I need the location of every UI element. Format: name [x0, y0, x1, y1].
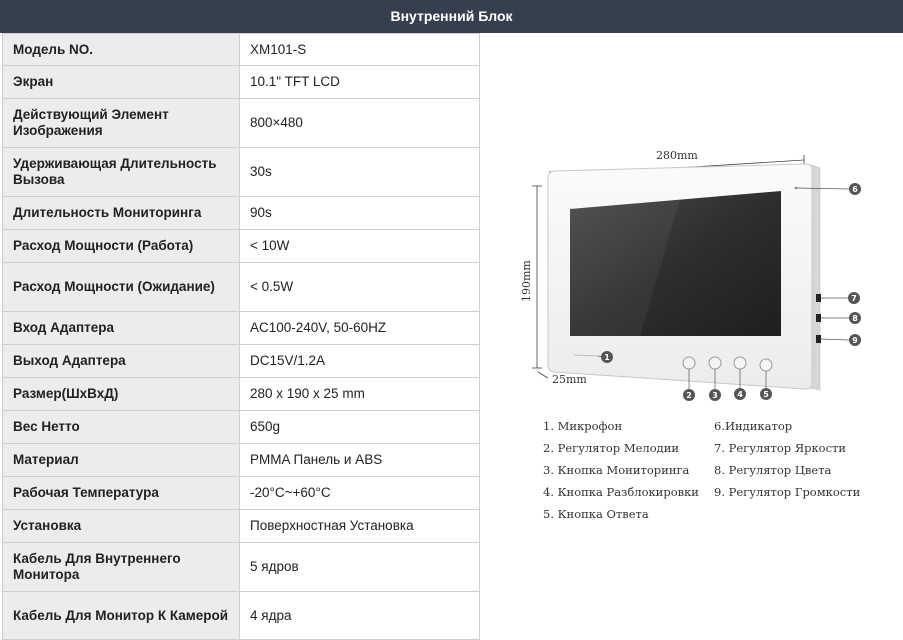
- spec-label: Длительность Мониторинга: [2, 196, 240, 230]
- width-label: 280mm: [656, 149, 698, 162]
- spec-table: Модель NO. XM101-S Экран 10.1" TFT LCD Дей…: [2, 33, 480, 640]
- spec-label: Экран: [2, 65, 240, 99]
- legend-item: 9. Регулятор Громкости: [714, 485, 861, 499]
- spec-label: Вход Адаптера: [2, 311, 240, 345]
- table-row: Длительность Мониторинга 90s: [2, 196, 480, 230]
- table-row: Выход Адаптера DC15V/1.2A: [2, 344, 480, 378]
- spec-value: 4 ядра: [239, 591, 480, 640]
- spec-label: Расход Мощности (Ожидание): [2, 262, 240, 312]
- svg-text:9: 9: [852, 336, 858, 345]
- page-header: Внутренний Блок: [0, 0, 903, 33]
- table-row: Рабочая Температура -20°C~+60°C: [2, 476, 480, 510]
- depth-label: 25mm: [552, 373, 587, 386]
- spec-value: 650g: [239, 410, 480, 444]
- callout-2: 2: [683, 389, 695, 401]
- spec-value: -20°C~+60°C: [239, 476, 480, 510]
- spec-label: Материал: [2, 443, 240, 477]
- table-row: Действующий Элемент Изображения 800×480: [2, 98, 480, 148]
- spec-value: 800×480: [239, 98, 480, 148]
- svg-text:5: 5: [763, 390, 769, 399]
- callout-3: 3: [709, 389, 721, 401]
- table-row: Модель NO. XM101-S: [2, 33, 480, 66]
- spec-value: 10.1" TFT LCD: [239, 65, 480, 99]
- spec-label: Установка: [2, 509, 240, 543]
- spec-label: Модель NO.: [2, 33, 240, 66]
- spec-value: 280 x 190 x 25 mm: [239, 377, 480, 411]
- callout-4: 4: [734, 388, 746, 400]
- spec-label: Вес Нетто: [2, 410, 240, 444]
- spec-value: DC15V/1.2A: [239, 344, 480, 378]
- spec-value: XM101-S: [239, 33, 480, 66]
- spec-label: Расход Мощности (Работа): [2, 229, 240, 263]
- table-row: Вход Адаптера AC100-240V, 50-60HZ: [2, 311, 480, 345]
- svg-text:2: 2: [686, 391, 692, 400]
- callout-7: 7: [848, 292, 860, 304]
- spec-value: AC100-240V, 50-60HZ: [239, 311, 480, 345]
- legend-item: 7. Регулятор Яркости: [714, 441, 847, 455]
- spec-label: Выход Адаптера: [2, 344, 240, 378]
- callout-8: 8: [849, 312, 861, 324]
- svg-text:4: 4: [737, 390, 743, 399]
- callout-1: 1: [601, 351, 613, 363]
- callout-5: 5: [760, 388, 772, 400]
- spec-label: Рабочая Температура: [2, 476, 240, 510]
- table-row: Кабель Для Внутреннего Монитора 5 ядров: [2, 542, 480, 592]
- spec-value: < 0.5W: [239, 262, 480, 312]
- table-row: Экран 10.1" TFT LCD: [2, 65, 480, 99]
- spec-label: Удерживающая Длительность Вызова: [2, 147, 240, 197]
- spec-label: Кабель Для Монитор К Камерой: [2, 591, 240, 640]
- height-label: 190mm: [520, 260, 533, 302]
- table-row: Вес Нетто 650g: [2, 410, 480, 444]
- side-knobs: [816, 294, 821, 343]
- table-row: Расход Мощности (Ожидание) < 0.5W: [2, 262, 480, 312]
- legend-item: 8. Регулятор Цвета: [714, 463, 832, 477]
- spec-label: Размер(ШхВхД): [2, 377, 240, 411]
- spec-value: PMMA Панель и ABS: [239, 443, 480, 477]
- callout-9: 9: [849, 334, 861, 346]
- monitor-diagram: 280mm 190mm 25mm 1 2 3 4 5 6 7 8 9: [520, 149, 861, 401]
- legend-item: 1. Микрофон: [543, 419, 623, 433]
- svg-text:7: 7: [851, 294, 857, 303]
- legend-item: 6.Индикатор: [714, 419, 793, 433]
- spec-value: < 10W: [239, 229, 480, 263]
- monitor-body: [547, 163, 821, 391]
- spec-label: Кабель Для Внутреннего Монитора: [2, 542, 240, 592]
- legend-item: 2. Регулятор Мелодии: [543, 441, 680, 455]
- table-row: Размер(ШхВхД) 280 x 190 x 25 mm: [2, 377, 480, 411]
- svg-text:8: 8: [852, 314, 858, 323]
- height-dimension: 190mm: [520, 185, 542, 369]
- spec-label: Действующий Элемент Изображения: [2, 98, 240, 148]
- callout-6: 6: [849, 183, 861, 195]
- header-title: Внутренний Блок: [390, 8, 513, 24]
- legend-item: 4. Кнопка Разблокировки: [543, 485, 699, 499]
- table-row: Расход Мощности (Работа) < 10W: [2, 229, 480, 263]
- svg-text:6: 6: [852, 185, 858, 194]
- spec-value: 90s: [239, 196, 480, 230]
- table-row: Кабель Для Монитор К Камерой 4 ядра: [2, 591, 480, 640]
- spec-value: Поверхностная Установка: [239, 509, 480, 543]
- spec-value: 5 ядров: [239, 542, 480, 592]
- table-row: Установка Поверхностная Установка: [2, 509, 480, 543]
- legend-item: 5. Кнопка Ответа: [543, 507, 649, 521]
- legend-item: 3. Кнопка Мониторинга: [543, 463, 690, 477]
- spec-value: 30s: [239, 147, 480, 197]
- table-row: Удерживающая Длительность Вызова 30s: [2, 147, 480, 197]
- svg-text:1: 1: [604, 353, 610, 362]
- svg-text:3: 3: [712, 391, 718, 400]
- table-row: Материал PMMA Панель и ABS: [2, 443, 480, 477]
